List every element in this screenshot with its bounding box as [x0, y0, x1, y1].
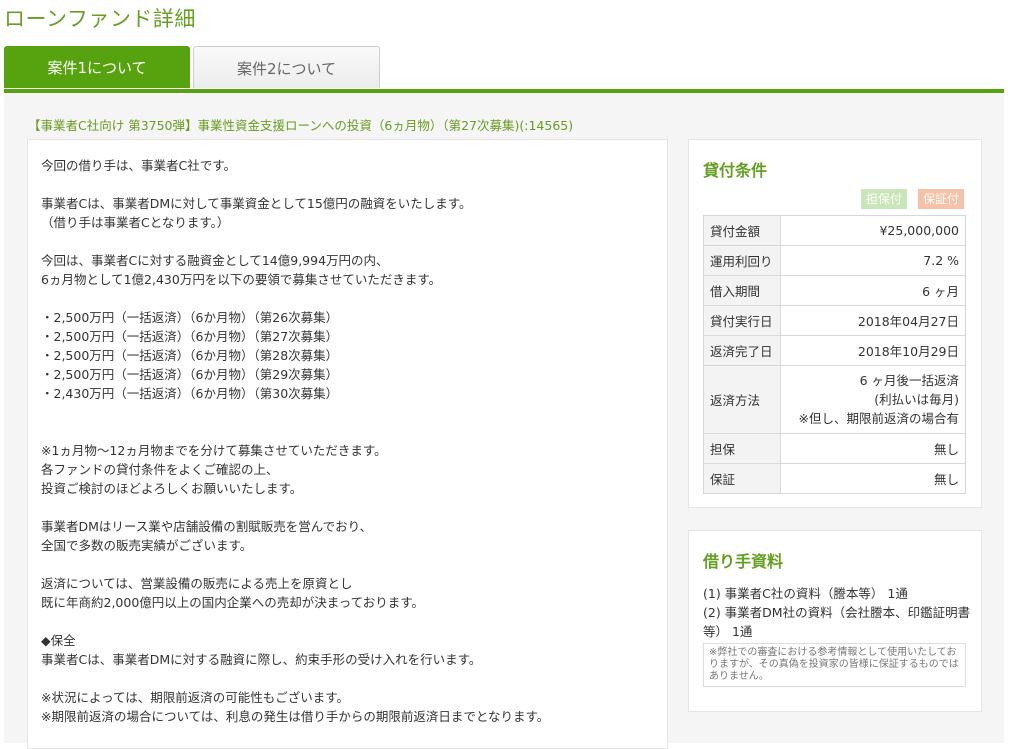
- term-label: 運用利回り: [703, 245, 781, 276]
- tab-bar: 案件1について 案件2について: [4, 46, 1004, 90]
- description-line: 全国で多数の販売実績がございます。: [41, 538, 253, 553]
- description-line: ・2,430万円（一括返済）（6か月物）（第30次募集）: [41, 386, 339, 401]
- table-row: 保証 無し: [703, 463, 966, 494]
- description-line: ※状況によっては、期限前返済の可能性もございます。: [41, 690, 349, 705]
- term-value: 無し: [780, 463, 966, 494]
- doc-item: (1) 事業者C社の資料（謄本等） 1通: [703, 586, 908, 601]
- loan-terms-heading: 貸付条件: [703, 161, 768, 180]
- term-label: 貸付実行日: [703, 305, 781, 336]
- description-line: 事業者Cは、事業者DMに対する融資に際し、約束手形の受け入れを行います。: [41, 652, 482, 667]
- term-value: 6 ヶ月: [780, 275, 966, 306]
- tab-case-2[interactable]: 案件2について: [193, 46, 380, 88]
- repayment-method-line: 6 ヶ月後一括返済: [859, 373, 959, 388]
- table-row: 貸付金額 ¥25,000,000: [703, 215, 966, 246]
- table-row: 担保 無し: [703, 433, 966, 464]
- borrower-docs-box: 借り手資料 (1) 事業者C社の資料（謄本等） 1通 (2) 事業者DM社の資料…: [688, 530, 982, 712]
- description-line: 返済については、営業設備の販売による売上を原資とし: [41, 576, 353, 591]
- description-line: ・2,500万円（一括返済）（6か月物）（第28次募集）: [41, 348, 339, 363]
- description-box: 今回の借り手は、事業者C社です。 事業者Cは、事業者DMに対して事業資金として1…: [27, 139, 668, 749]
- term-value: 7.2 %: [780, 245, 966, 276]
- description-line: ・2,500万円（一括返済）（6か月物）（第29次募集）: [41, 367, 339, 382]
- description-line: 今回は、事業者Cに対する融資金として14億9,994万円の内、: [41, 253, 389, 268]
- guarantee-badge: 保証付: [918, 189, 964, 209]
- doc-item: 等） 1通: [703, 624, 753, 639]
- table-row: 返済完了日 2018年10月29日: [703, 335, 966, 366]
- table-row: 借入期間 6 ヶ月: [703, 275, 966, 306]
- description-line: 各ファンドの貸付条件をよくご確認の上、: [41, 462, 279, 477]
- loan-terms-box: 貸付条件 担保付 保証付 貸付金額 ¥25,000,000 運用利回り 7.2 …: [688, 139, 982, 508]
- term-label: 保証: [703, 463, 781, 494]
- term-label: 貸付金額: [703, 215, 781, 246]
- table-row: 貸付実行日 2018年04月27日: [703, 305, 966, 336]
- fund-title: 【事業者C社向け 第3750弾】事業性資金支援ローンへの投資（6ヵ月物）（第27…: [28, 118, 574, 133]
- term-value: 2018年10月29日: [780, 335, 966, 366]
- table-row: 返済方法 6 ヶ月後一括返済 (利払いは毎月) ※但し、期限前返済の場合有: [703, 365, 966, 434]
- table-row: 運用利回り 7.2 %: [703, 245, 966, 276]
- collateral-badge: 担保付: [861, 189, 907, 209]
- description-line: 投資ご検討のほどよろしくお願いいたします。: [41, 481, 303, 496]
- page-title: ローンファンド詳細: [4, 7, 196, 31]
- term-label: 担保: [703, 433, 781, 464]
- description-line: 事業者Cは、事業者DMに対して事業資金として15億円の融資をいたします。: [41, 196, 472, 211]
- term-value: 無し: [780, 433, 966, 464]
- term-value: 2018年04月27日: [780, 305, 966, 336]
- term-label: 借入期間: [703, 275, 781, 306]
- description-line: ◆保全: [41, 633, 76, 648]
- term-label: 返済方法: [703, 365, 781, 434]
- term-value: ¥25,000,000: [780, 215, 966, 246]
- description-line: （借り手は事業者Cとなります。）: [41, 215, 230, 230]
- description-line: 事業者DMはリース業や店舗設備の割賦販売を営んでおり、: [41, 519, 373, 534]
- tab-case-1[interactable]: 案件1について: [4, 46, 190, 88]
- disclaimer-note: ※弊社での審査における参考情報として使用いたしておりますが、その真偽を投資家の皆…: [703, 643, 966, 687]
- description-line: ・2,500万円（一括返済）（6か月物）（第26次募集）: [41, 310, 339, 325]
- description-line: 今回の借り手は、事業者C社です。: [41, 158, 236, 173]
- description-line: 既に年商約2,000億円以上の国内企業への売却が決まっております。: [41, 595, 425, 610]
- loan-terms-table: 貸付金額 ¥25,000,000 運用利回り 7.2 % 借入期間 6 ヶ月 貸…: [703, 215, 966, 494]
- description-line: ・2,500万円（一括返済）（6か月物）（第27次募集）: [41, 329, 339, 344]
- doc-item: (2) 事業者DM社の資料（会社謄本、印鑑証明書: [703, 605, 971, 620]
- description-line: 6ヵ月物として1億2,430万円を以下の要領で募集させていただきます。: [41, 272, 442, 287]
- repayment-method-line: ※但し、期限前返済の場合有: [798, 411, 959, 426]
- description-line: ※1ヵ月物～12ヵ月物までを分けて募集させていただきます。: [41, 443, 387, 458]
- borrower-docs-heading: 借り手資料: [703, 552, 784, 571]
- term-label: 返済完了日: [703, 335, 781, 366]
- term-value: 6 ヶ月後一括返済 (利払いは毎月) ※但し、期限前返済の場合有: [780, 365, 966, 434]
- description-line: ※期限前返済の場合については、利息の発生は借り手からの期限前返済日までとなります…: [41, 709, 550, 724]
- repayment-method-line: (利払いは毎月): [874, 392, 959, 407]
